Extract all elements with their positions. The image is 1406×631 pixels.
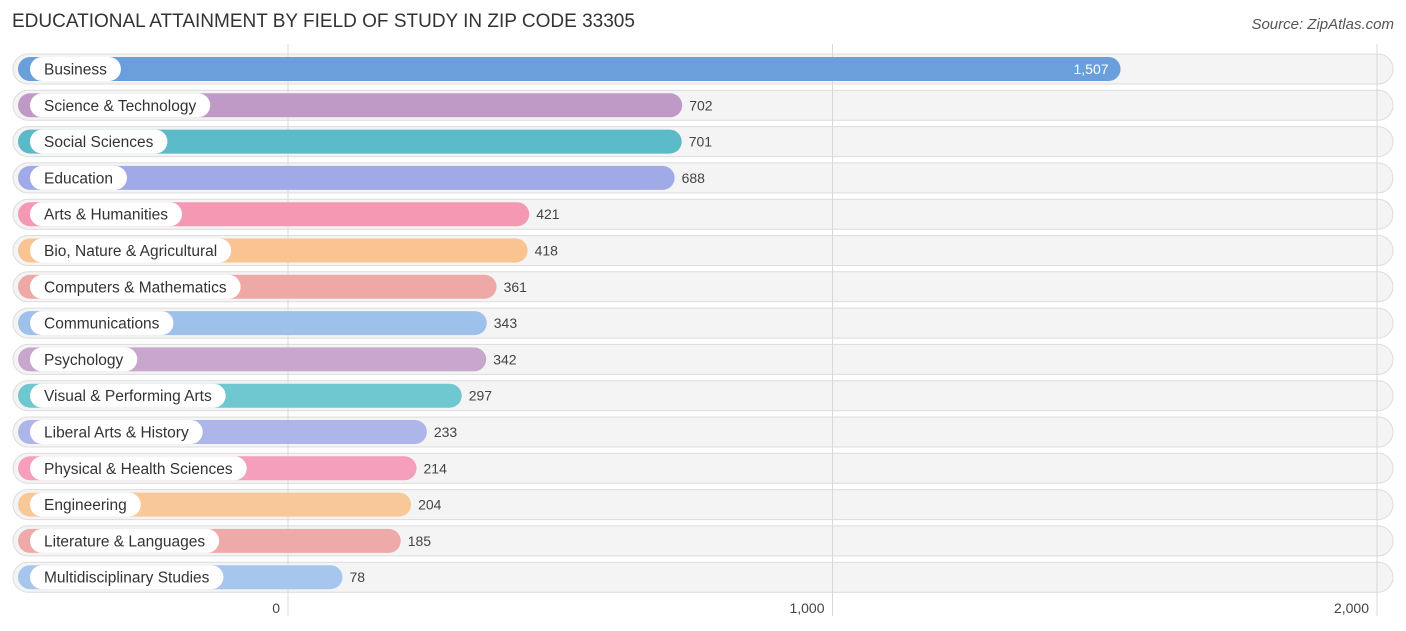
category-label: Bio, Nature & Agricultural xyxy=(44,243,217,260)
x-tick-label: 1,000 xyxy=(789,600,824,616)
value-label: 361 xyxy=(504,279,528,295)
bar-group: Literature & Languages 185 xyxy=(18,528,432,553)
bar-group: Multidisciplinary Studies 78 xyxy=(18,565,365,590)
value-label: 688 xyxy=(682,170,706,186)
x-tick-label: 0 xyxy=(272,600,280,616)
value-label: 297 xyxy=(469,388,493,404)
category-label: Communications xyxy=(44,316,160,333)
category-label: Visual & Performing Arts xyxy=(44,388,212,405)
bar-group: Education 688 xyxy=(18,165,706,190)
bar-group: Psychology 342 xyxy=(18,347,517,372)
category-label: Multidisciplinary Studies xyxy=(44,570,210,587)
category-label: Computers & Mathematics xyxy=(44,279,227,296)
value-label: 185 xyxy=(408,533,432,549)
x-axis-ticks: 0 1,000 2,000 xyxy=(272,600,1369,616)
category-label: Liberal Arts & History xyxy=(44,425,189,442)
category-label: Arts & Humanities xyxy=(44,207,168,224)
value-label: 702 xyxy=(689,97,713,113)
bar-chart: Business 1,507 Science & Technology 702 Soci… xyxy=(12,44,1394,616)
value-label: 343 xyxy=(494,315,518,331)
value-label: 204 xyxy=(418,497,442,513)
value-label: 701 xyxy=(689,134,713,150)
bar-group: Liberal Arts & History 233 xyxy=(18,420,457,444)
category-label: Social Sciences xyxy=(44,134,154,151)
value-label: 214 xyxy=(424,460,448,476)
value-label: 78 xyxy=(349,569,365,585)
bar-group: Communications 343 xyxy=(18,311,518,336)
bar-group: Bio, Nature & Agricultural 418 xyxy=(18,238,559,263)
bar-group: Engineering 204 xyxy=(18,492,442,517)
category-label: Engineering xyxy=(44,497,127,514)
category-label: Education xyxy=(44,170,113,187)
x-tick-label: 2,000 xyxy=(1334,600,1369,616)
value-label: 342 xyxy=(493,351,517,367)
category-label: Literature & Languages xyxy=(44,533,205,550)
bar-group: Arts & Humanities 421 xyxy=(18,202,560,227)
category-label: Physical & Health Sciences xyxy=(44,461,233,478)
bar-group: Social Sciences 701 xyxy=(18,129,713,154)
bar xyxy=(18,57,1121,81)
bar-group: Physical & Health Sciences 214 xyxy=(18,456,448,481)
value-label: 1,507 xyxy=(1074,61,1109,77)
bar-group: Computers & Mathematics 361 xyxy=(18,274,528,299)
category-label: Business xyxy=(44,62,107,79)
bar-group: Science & Technology 702 xyxy=(18,93,713,118)
category-label: Psychology xyxy=(44,352,124,369)
bar-group: Visual & Performing Arts 297 xyxy=(18,383,493,408)
value-label: 421 xyxy=(536,206,560,222)
value-label: 233 xyxy=(434,424,458,440)
bar-group: Business 1,507 xyxy=(18,57,1121,81)
category-label: Science & Technology xyxy=(44,98,196,115)
value-label: 418 xyxy=(535,243,559,259)
